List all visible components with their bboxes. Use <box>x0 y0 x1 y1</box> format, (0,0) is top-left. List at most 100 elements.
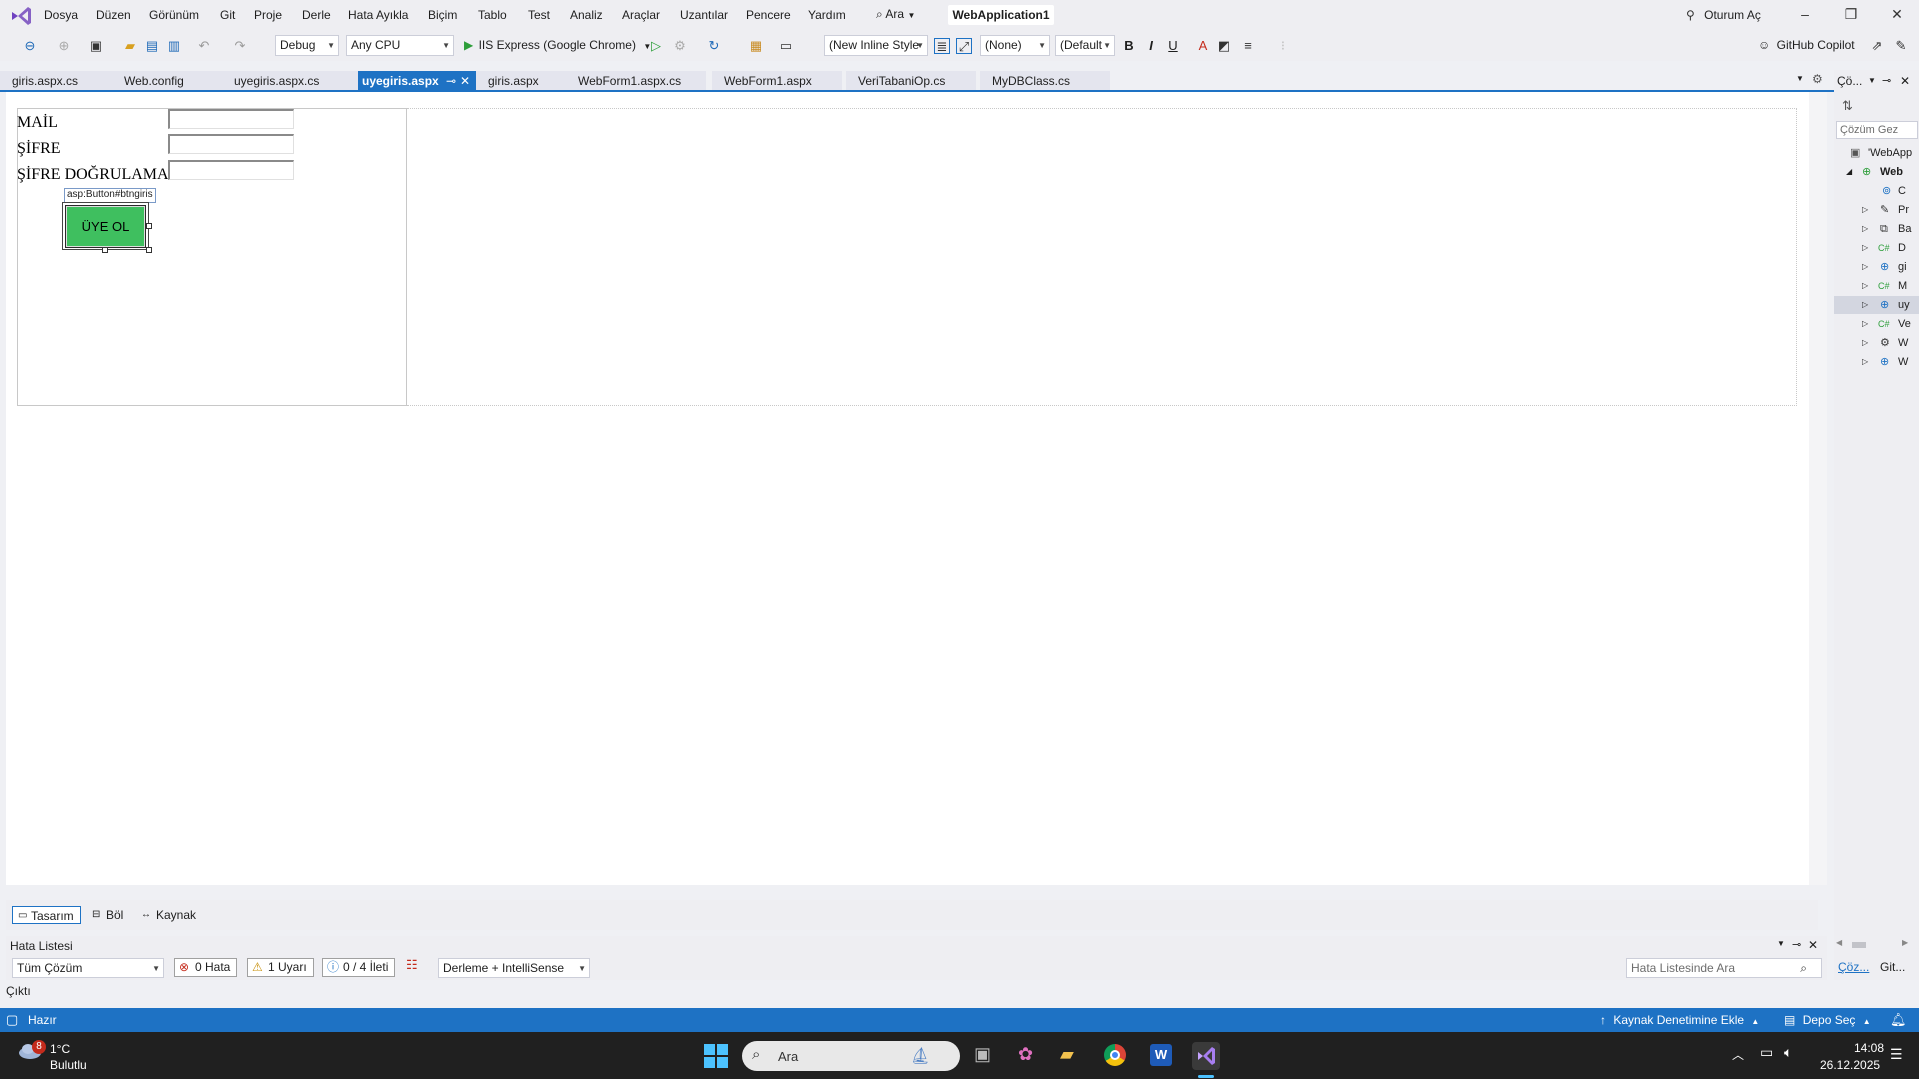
menu-bicim[interactable]: Biçim <box>428 8 457 22</box>
clock-time[interactable]: 14:08 <box>1854 1041 1884 1055</box>
tree-item-file[interactable]: ▷ ⊕ W <box>1834 353 1919 371</box>
close-panel-icon[interactable]: ✕ <box>1808 938 1818 952</box>
menu-proje[interactable]: Proje <box>254 8 282 22</box>
font-dropdown[interactable]: (Default ▼ <box>1055 35 1115 56</box>
panel-menu-chevron-icon[interactable]: ▼ <box>1777 939 1785 948</box>
close-tab-icon[interactable]: ✕ <box>460 71 470 91</box>
copilot-app-icon[interactable]: ✿ <box>1018 1044 1033 1065</box>
sync-icon[interactable]: ⇅ <box>1842 98 1853 114</box>
menu-gorunum[interactable]: Görünüm <box>149 8 199 22</box>
run-button[interactable]: ▶ IIS Express (Google Chrome) ▼ <box>464 38 651 52</box>
tab-giris-aspx[interactable]: giris.aspx <box>476 71 572 91</box>
chrome-icon[interactable] <box>1104 1044 1126 1066</box>
tab-overflow-chevron-icon[interactable]: ▼ <box>1796 74 1804 83</box>
minimize-button[interactable]: – <box>1790 6 1820 26</box>
font-color-icon[interactable]: A <box>1195 38 1211 54</box>
menu-hata-ayikla[interactable]: Hata Ayıkla <box>348 8 408 22</box>
close-panel-icon[interactable]: ✕ <box>1900 74 1910 88</box>
start-without-debug-icon[interactable]: ▷ <box>648 38 664 54</box>
menu-test[interactable]: Test <box>528 8 550 22</box>
feedback-icon[interactable]: ✎ <box>1893 38 1909 54</box>
notifications-output-icon[interactable]: ▢ <box>6 1012 18 1028</box>
layout-icon[interactable]: ▭ <box>778 38 794 54</box>
tab-solution-explorer[interactable]: Çöz... <box>1838 960 1869 974</box>
mail-textbox[interactable] <box>168 109 294 129</box>
menu-git[interactable]: Git <box>220 8 235 22</box>
style-application-icon[interactable]: ≣ <box>934 38 950 54</box>
tree-item-solution[interactable]: ▣ 'WebApp <box>1834 144 1919 162</box>
tree-item-file[interactable]: ▷ ⚙ W <box>1834 334 1919 352</box>
tree-item-file-selected[interactable]: ▷ ⊕ uy <box>1834 296 1919 314</box>
menu-yardim[interactable]: Yardım <box>808 8 846 22</box>
resize-handle-bottom[interactable] <box>102 247 108 253</box>
tab-uyegiris-aspx-cs[interactable]: uyegiris.aspx.cs <box>222 71 358 91</box>
horizontal-scrollbar[interactable]: ◀ ▶ <box>1836 938 1916 950</box>
tab-git-changes[interactable]: Git... <box>1880 960 1905 974</box>
taskbar-search[interactable]: ⌕ Ara ⛵︎ <box>742 1041 960 1071</box>
back-icon[interactable]: ⊖ <box>22 38 38 54</box>
platform-dropdown[interactable]: Any CPU ▼ <box>346 35 454 56</box>
start-windows-icon[interactable] <box>704 1044 728 1068</box>
tab-source-view[interactable]: ↔ Kaynak <box>138 906 202 924</box>
visual-studio-taskbar-icon[interactable] <box>1192 1042 1220 1070</box>
tree-item-file[interactable]: ▷ C# D <box>1834 239 1919 257</box>
messages-filter-button[interactable]: ⓘ 0 / 4 İleti <box>322 958 396 977</box>
align-icon[interactable]: ≡ <box>1240 38 1256 54</box>
pin-panel-icon[interactable]: ⊸ <box>1792 938 1801 951</box>
tree-item-project[interactable]: ◢ ⊕ Web <box>1834 163 1919 181</box>
background-color-icon[interactable]: ◩ <box>1216 38 1232 54</box>
close-window-button[interactable]: ✕ <box>1882 6 1912 26</box>
output-tab[interactable]: Çıktı <box>6 984 31 998</box>
menu-analiz[interactable]: Analiz <box>570 8 603 22</box>
bullets-icon[interactable]: ⁝ <box>1275 38 1291 54</box>
restore-button[interactable]: ❐ <box>1836 6 1866 26</box>
solution-search-input[interactable]: Çözüm Gez <box>1836 121 1918 139</box>
scroll-thumb[interactable] <box>1852 942 1866 948</box>
target-rule-icon[interactable]: ⤢ <box>956 38 972 54</box>
resize-handle-right[interactable] <box>146 223 152 229</box>
menu-tablo[interactable]: Tablo <box>478 8 507 22</box>
visual-studio-logo-icon[interactable] <box>10 6 32 26</box>
resize-handle-corner[interactable] <box>146 247 152 253</box>
new-item-icon[interactable]: ▣ <box>88 38 104 54</box>
italic-button[interactable]: I <box>1143 38 1159 54</box>
global-search[interactable]: ⌕ Ara ▼ <box>876 7 915 22</box>
menu-dosya[interactable]: Dosya <box>44 8 78 22</box>
tab-veritabaniop-cs[interactable]: VeriTabaniOp.cs <box>846 71 976 91</box>
signin-button[interactable]: ⚲ Oturum Aç <box>1686 8 1761 22</box>
errors-filter-button[interactable]: ⊗ 0 Hata <box>174 958 238 977</box>
save-icon[interactable]: ▤ <box>144 38 160 54</box>
bold-button[interactable]: B <box>1121 38 1137 54</box>
volume-icon[interactable]: 🔈︎ <box>1784 1044 1792 1061</box>
notification-center-icon[interactable]: ☰ <box>1890 1046 1903 1063</box>
tree-item-file[interactable]: ▷ C# Ve <box>1834 315 1919 333</box>
warnings-filter-button[interactable]: ⚠ 1 Uyarı <box>247 958 314 977</box>
share-icon[interactable]: ⇗ <box>1869 38 1885 54</box>
scroll-left-icon[interactable]: ◀ <box>1836 938 1842 947</box>
save-all-icon[interactable]: ▥ <box>166 38 182 54</box>
password-confirm-textbox[interactable] <box>168 160 294 180</box>
add-source-control-button[interactable]: ↑ Kaynak Denetimine Ekle ▲ <box>1600 1013 1759 1027</box>
signup-button[interactable]: ÜYE OL <box>65 205 146 248</box>
tree-item-references[interactable]: ▷ ⧉ Ba <box>1834 220 1919 238</box>
tab-webform1-aspx-cs[interactable]: WebForm1.aspx.cs <box>566 71 706 91</box>
tree-item-connected-services[interactable]: ⊚ C <box>1834 182 1919 200</box>
tab-settings-gear-icon[interactable]: ⚙ <box>1812 72 1823 86</box>
panel-menu-chevron-icon[interactable]: ▼ <box>1868 76 1876 85</box>
error-search-input[interactable]: Hata Listesinde Ara ⌕ <box>1626 958 1822 978</box>
menu-derle[interactable]: Derle <box>302 8 331 22</box>
scope-dropdown[interactable]: Tüm Çözüm ▼ <box>12 958 164 978</box>
tab-giris-aspx-cs[interactable]: giris.aspx.cs <box>0 71 112 91</box>
undo-icon[interactable]: ↶ <box>196 38 212 54</box>
menu-pencere[interactable]: Pencere <box>746 8 791 22</box>
forward-icon[interactable]: ⊕ <box>56 38 72 54</box>
vertical-scrollbar[interactable] <box>1809 92 1827 885</box>
pin-icon[interactable]: ⊸ <box>446 71 456 91</box>
build-filter-dropdown[interactable]: Derleme + IntelliSense ▼ <box>438 958 590 978</box>
tab-design-view[interactable]: ▭ Tasarım <box>12 906 81 924</box>
underline-button[interactable]: U <box>1165 38 1181 54</box>
clock-date[interactable]: 26.12.2025 <box>1820 1058 1880 1072</box>
config-dropdown[interactable]: Debug ▼ <box>275 35 339 56</box>
tab-uyegiris-aspx[interactable]: uyegiris.aspx ⊸ ✕ <box>358 71 476 91</box>
menu-araclar[interactable]: Araçlar <box>622 8 660 22</box>
